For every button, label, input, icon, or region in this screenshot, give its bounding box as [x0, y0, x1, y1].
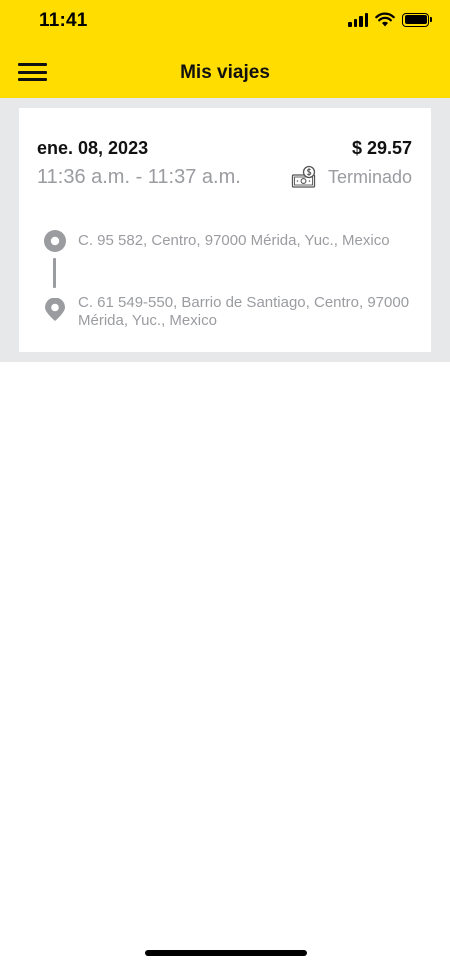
signal-icon [348, 12, 368, 27]
page-title: Mis viajes [180, 62, 270, 83]
trip-price: $ 29.57 [351, 138, 412, 158]
trips-list[interactable]: ene. 08, 2023 $ 29.57 11:36 a.m. - 11:37… [0, 98, 450, 362]
app-header: 11:41 Mis viajes [0, 0, 450, 98]
status-bar-time: 11:41 [39, 10, 88, 31]
trip-status: Terminado [290, 165, 412, 189]
my-trips-screen: 11:41 Mis viajes ene. 08, 2023 $ 29.57 1… [0, 0, 450, 960]
origin-pin-icon [44, 230, 66, 252]
status-bar-icons [348, 12, 432, 27]
route-connector-line [53, 258, 56, 288]
trip-origin-address: C. 95 582, Centro, 97000 Mérida, Yuc., M… [78, 232, 390, 249]
trip-destination-address: C. 61 549-550, Barrio de Santiago, Centr… [78, 294, 410, 329]
battery-icon [402, 12, 432, 27]
trip-date: ene. 08, 2023 [37, 138, 149, 158]
trip-card[interactable]: ene. 08, 2023 $ 29.57 11:36 a.m. - 11:37… [19, 108, 431, 352]
destination-pin-icon [45, 298, 65, 321]
wifi-icon [375, 12, 395, 27]
cash-payment-icon [291, 165, 316, 188]
home-indicator[interactable] [145, 950, 307, 956]
trip-time-range: 11:36 a.m. - 11:37 a.m. [37, 166, 241, 188]
trip-status-label: Terminado [327, 166, 412, 187]
